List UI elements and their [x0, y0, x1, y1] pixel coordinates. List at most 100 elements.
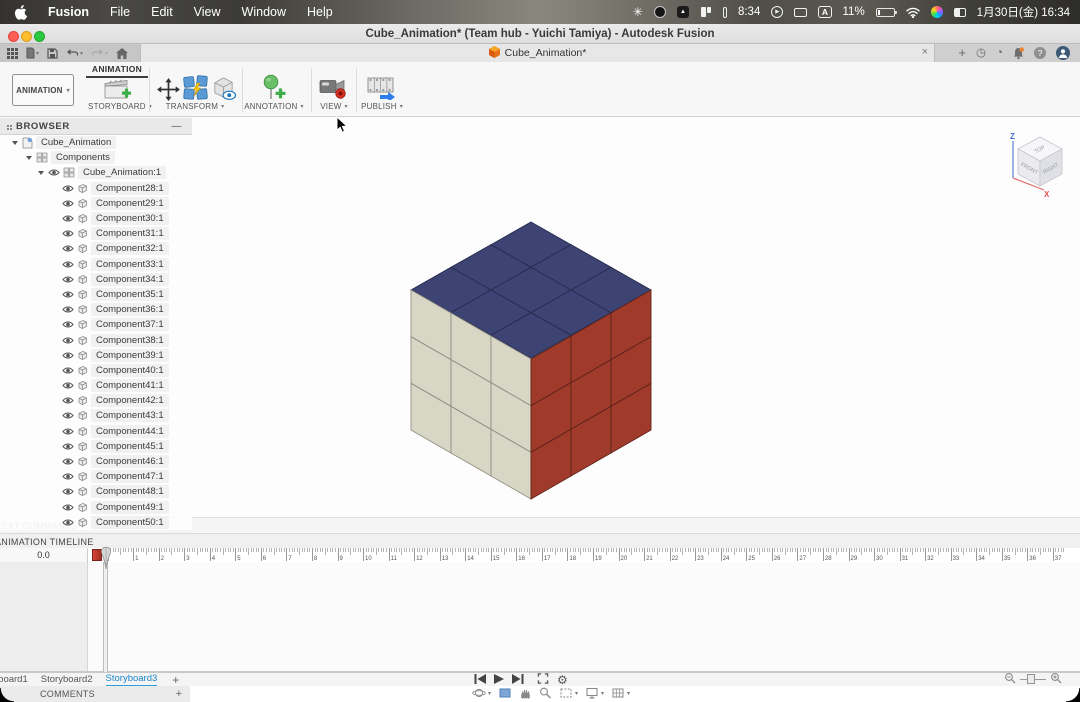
publish-group-label[interactable]: PUBLISH ▾ [348, 102, 416, 111]
visibility-eye-icon[interactable] [62, 503, 74, 512]
tree-node-label[interactable]: Component37:1 [91, 318, 169, 332]
display-status-icon[interactable] [794, 7, 808, 17]
tree-node-label[interactable]: Component31:1 [91, 227, 169, 241]
ribbon-tab-animation[interactable]: ANIMATION [86, 64, 148, 74]
playback-settings-gear-icon[interactable]: ⚙ [557, 674, 568, 686]
browser-component-row[interactable]: Component35:1 [0, 287, 192, 302]
visibility-eye-icon[interactable] [62, 290, 74, 299]
tree-node-label[interactable]: Component47:1 [91, 470, 169, 484]
storyboard-tab-2[interactable]: Storyboard2 [41, 674, 93, 686]
menu-item-fusion[interactable]: Fusion [48, 5, 89, 19]
visibility-eye-icon[interactable] [62, 260, 74, 269]
browser-component-row[interactable]: Component36:1 [0, 302, 192, 317]
browser-component-row[interactable]: Component37:1 [0, 317, 192, 332]
visibility-eye-icon[interactable] [62, 457, 74, 466]
tree-node-label[interactable]: Component46:1 [91, 455, 169, 469]
visibility-eye-icon[interactable] [62, 184, 74, 193]
browser-node-components[interactable]: Components [0, 150, 192, 165]
visibility-eye-icon[interactable] [62, 336, 74, 345]
tree-node-label[interactable]: Component43:1 [91, 409, 169, 423]
tree-node-label[interactable]: Component48:1 [91, 485, 169, 499]
minimize-panel-icon[interactable]: — [171, 121, 182, 132]
apple-icon[interactable] [14, 4, 27, 20]
current-time-field[interactable]: 0.0 [0, 548, 88, 562]
dark-circle-status-icon[interactable] [653, 6, 666, 18]
menu-item-help[interactable]: Help [307, 5, 333, 19]
browser-component-row[interactable]: Component28:1 [0, 181, 192, 196]
visibility-eye-icon[interactable] [62, 518, 74, 527]
control-center-icon[interactable] [953, 7, 966, 17]
tree-node-label[interactable]: Component36:1 [91, 303, 169, 317]
timeline-track-area[interactable] [0, 562, 1080, 672]
browser-component-row[interactable]: Component45:1 [0, 439, 192, 454]
comments-panel[interactable]: COMMENTS + [0, 686, 190, 702]
add-storyboard-button[interactable]: + [172, 673, 179, 687]
tree-node-label[interactable]: Component34:1 [91, 272, 169, 286]
browser-component-row[interactable]: Component43:1 [0, 408, 192, 423]
browser-component-row[interactable]: Component31:1 [0, 226, 192, 241]
accessibility-gear-icon[interactable]: ✳ [633, 5, 643, 19]
storyboard-tab-3[interactable]: Storyboard3 [105, 673, 158, 687]
display-settings-icon[interactable]: ▾ [585, 687, 604, 699]
browser-component-row[interactable]: Component33:1 [0, 257, 192, 272]
browser-component-row[interactable]: Component34:1 [0, 272, 192, 287]
zoom-icon[interactable] [539, 687, 552, 699]
document-tab[interactable]: Cube_Animation* × [140, 44, 935, 62]
fit-icon[interactable]: ▾ [559, 687, 578, 699]
user-avatar[interactable] [1056, 46, 1070, 60]
playhead-pin[interactable] [99, 546, 113, 575]
help-icon[interactable]: ? [1034, 47, 1046, 59]
tree-node-label[interactable]: Component50:1 [91, 515, 169, 529]
visibility-eye-icon[interactable] [48, 168, 60, 177]
file-menu-icon[interactable]: ▾ [26, 47, 39, 59]
orbit-icon[interactable]: ▾ [472, 687, 491, 699]
browser-panel-header[interactable]: BROWSER — [0, 118, 192, 135]
menu-item-file[interactable]: File [110, 5, 130, 19]
visibility-eye-icon[interactable] [62, 381, 74, 390]
browser-component-row[interactable]: Component42:1 [0, 393, 192, 408]
tree-node-label[interactable]: Components [51, 151, 115, 165]
menu-item-view[interactable]: View [194, 5, 221, 19]
device-status-icon[interactable] [722, 6, 727, 18]
visibility-eye-icon[interactable] [62, 472, 74, 481]
browser-component-row[interactable]: Component40:1 [0, 363, 192, 378]
chevron-down-icon[interactable] [12, 140, 18, 145]
visibility-eye-icon[interactable] [62, 305, 74, 314]
visibility-eye-icon[interactable] [62, 366, 74, 375]
timeline-zoom-slider[interactable] [1020, 674, 1046, 684]
visibility-eye-icon[interactable] [62, 275, 74, 284]
siri-icon[interactable] [930, 6, 943, 18]
menu-item-window[interactable]: Window [242, 5, 286, 19]
browser-component-row[interactable]: Component38:1 [0, 332, 192, 347]
visibility-eye-icon[interactable] [62, 427, 74, 436]
wifi-icon[interactable] [905, 7, 920, 18]
tree-node-label[interactable]: Component28:1 [91, 181, 169, 195]
screen-record-icon[interactable]: ▶ [771, 6, 784, 18]
tree-node-label[interactable]: Component45:1 [91, 439, 169, 453]
browser-node-root[interactable]: Cube_Animation [0, 135, 192, 150]
tree-node-label[interactable]: Component39:1 [91, 348, 169, 362]
playhead-line[interactable] [103, 562, 108, 672]
visibility-eye-icon[interactable] [62, 396, 74, 405]
tree-node-label[interactable]: Component30:1 [91, 212, 169, 226]
tree-node-label[interactable]: Component42:1 [91, 394, 169, 408]
input-source-icon[interactable]: A [818, 5, 832, 19]
dock-handle-icon[interactable] [7, 125, 9, 127]
browser-component-row[interactable]: Component49:1 [0, 500, 192, 515]
tree-node-label[interactable]: Component35:1 [91, 287, 169, 301]
browser-component-row[interactable]: Component50:1 [0, 515, 192, 530]
visibility-eye-icon[interactable] [62, 244, 74, 253]
tree-node-label[interactable]: Component32:1 [91, 242, 169, 256]
tab-close-icon[interactable]: × [922, 44, 928, 62]
annotation-group-label[interactable]: ANNOTATION ▾ [234, 102, 314, 111]
visibility-eye-icon[interactable] [62, 442, 74, 451]
data-panel-icon[interactable] [7, 47, 18, 59]
menu-datetime[interactable]: 1月30日(金) 16:34 [977, 4, 1070, 20]
browser-component-row[interactable]: Component47:1 [0, 469, 192, 484]
pan-icon[interactable] [519, 687, 532, 699]
chevron-down-icon[interactable] [26, 155, 32, 160]
home-icon[interactable] [116, 47, 129, 59]
tree-node-label[interactable]: Component41:1 [91, 379, 169, 393]
browser-component-row[interactable]: Component41:1 [0, 378, 192, 393]
timeline-ruler[interactable]: 0.0 1 2 3 4 5 6 7 8 9 10 11 12 13 14 15 16 17 18 19 20 21 22 2… [0, 548, 1080, 562]
